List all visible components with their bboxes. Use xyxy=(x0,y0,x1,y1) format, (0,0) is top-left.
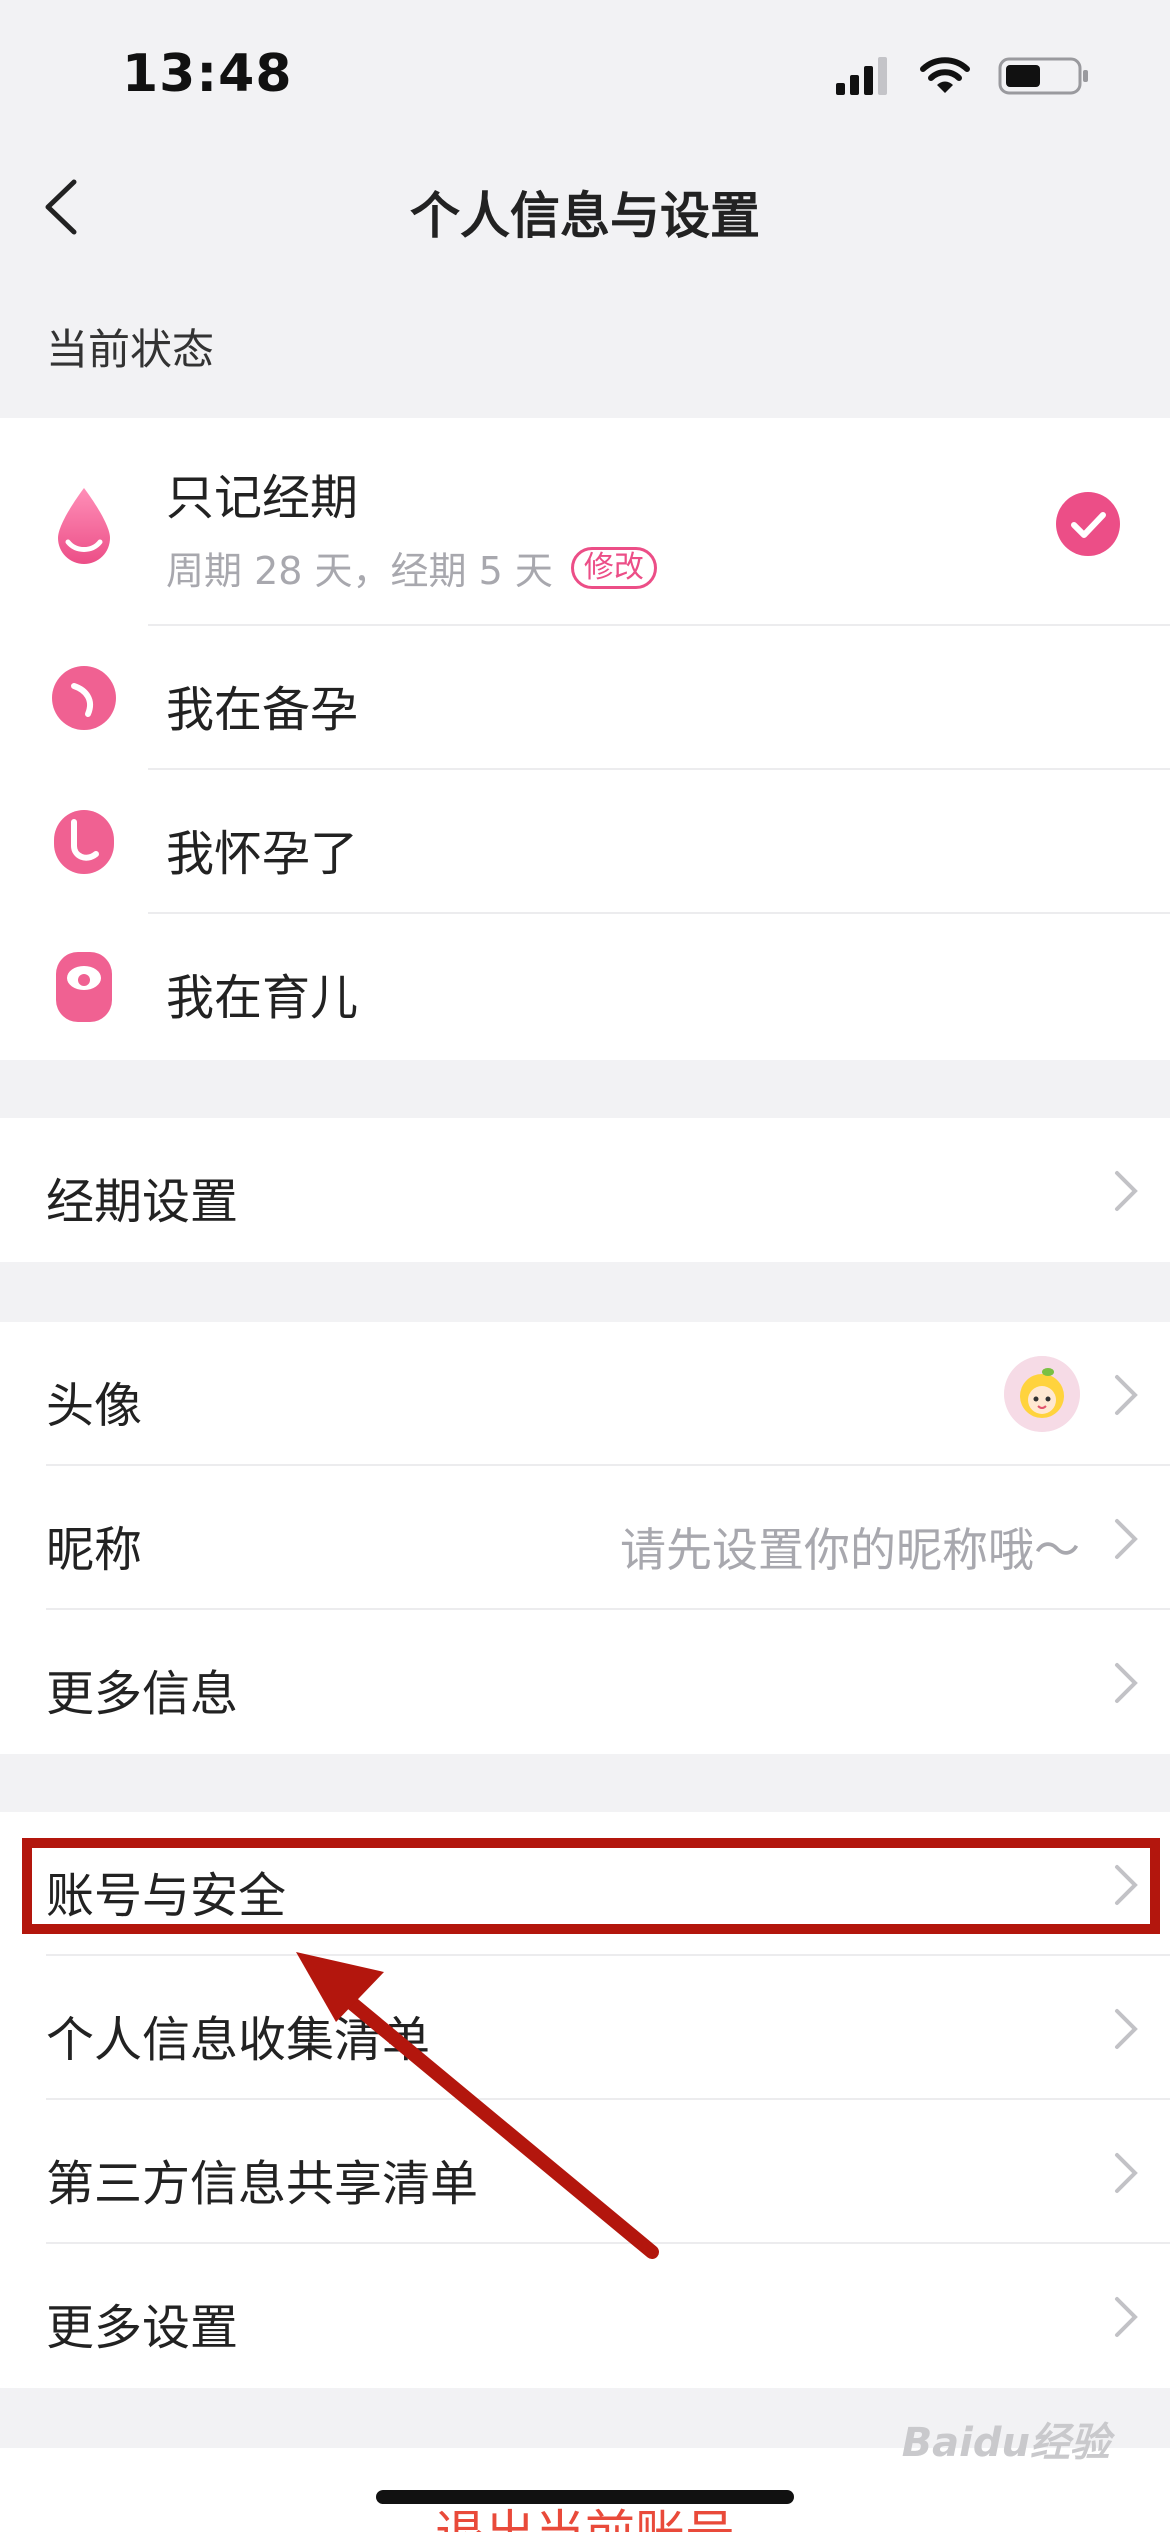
more-info-row[interactable]: 更多信息 xyxy=(0,1610,1170,1754)
status-bar: 13:48 xyxy=(0,0,1170,150)
cycle-summary-text: 周期 28 天，经期 5 天 xyxy=(166,549,553,593)
row-label: 经期设置 xyxy=(46,1174,239,1230)
third-party-sharing-row[interactable]: 第三方信息共享清单 xyxy=(0,2100,1170,2244)
home-indicator xyxy=(376,2490,794,2504)
period-settings-row[interactable]: 经期设置 xyxy=(0,1118,1170,1262)
cycle-summary: 周期 28 天，经期 5 天 修改 xyxy=(166,540,657,595)
watermark-logo: Baidu经验 xyxy=(901,2420,1110,2466)
row-label: 个人信息收集清单 xyxy=(46,2012,431,2068)
modify-button[interactable]: 修改 xyxy=(570,546,657,589)
status-option-parenting[interactable]: 我在育儿 xyxy=(0,914,1170,1058)
row-label: 第三方信息共享清单 xyxy=(46,2156,479,2212)
chevron-right-icon xyxy=(1115,2297,1138,2337)
status-icons xyxy=(834,56,1090,96)
baby-icon xyxy=(56,952,112,1022)
row-label: 更多设置 xyxy=(46,2300,239,2356)
chevron-right-icon xyxy=(1115,2153,1138,2193)
status-options-group: 只记经期 周期 28 天，经期 5 天 修改 我在备孕 我怀孕了 我在育儿 xyxy=(0,418,1170,1060)
personal-info-collection-row[interactable]: 个人信息收集清单 xyxy=(0,1956,1170,2100)
status-time: 13:48 xyxy=(122,44,293,104)
status-option-period-only[interactable]: 只记经期 周期 28 天，经期 5 天 修改 xyxy=(0,418,1170,626)
nickname-value: 请先设置你的昵称哦～ xyxy=(620,1523,1080,1577)
status-option-preparing-pregnancy[interactable]: 我在备孕 xyxy=(0,626,1170,770)
selected-check-icon xyxy=(1056,492,1120,556)
profile-group: 头像 昵称 请先设置你的昵称哦～ 更多信息 xyxy=(0,1322,1170,1754)
status-option-label: 我在备孕 xyxy=(166,682,359,738)
status-option-pregnant[interactable]: 我怀孕了 xyxy=(0,770,1170,914)
drop-icon xyxy=(58,488,110,564)
status-option-label: 我在育儿 xyxy=(166,970,359,1026)
chevron-right-icon xyxy=(1115,2009,1138,2049)
navigation-bar: 个人信息与设置 xyxy=(0,150,1170,270)
cellular-signal-icon xyxy=(836,57,887,95)
battery-icon xyxy=(998,57,1088,95)
pregnant-icon xyxy=(54,810,114,874)
status-option-label: 只记经期 xyxy=(166,470,359,526)
period-settings-group: 经期设置 xyxy=(0,1118,1170,1262)
chevron-right-icon xyxy=(1115,1171,1138,1211)
prep-pregnancy-icon xyxy=(52,666,116,730)
row-label: 更多信息 xyxy=(46,1666,239,1722)
annotation-highlight-box xyxy=(22,1838,1160,1934)
nickname-row[interactable]: 昵称 请先设置你的昵称哦～ xyxy=(0,1466,1170,1610)
row-label: 头像 xyxy=(46,1378,143,1434)
chevron-right-icon xyxy=(1115,1519,1138,1559)
chevron-right-icon xyxy=(1115,1663,1138,1703)
page-title: 个人信息与设置 xyxy=(410,187,760,245)
avatar-row[interactable]: 头像 xyxy=(0,1322,1170,1466)
chevron-right-icon xyxy=(1115,1375,1138,1415)
section-label-current-status: 当前状态 xyxy=(46,325,215,374)
avatar xyxy=(1004,1356,1080,1432)
status-option-label: 我怀孕了 xyxy=(166,826,359,882)
more-settings-row[interactable]: 更多设置 xyxy=(0,2244,1170,2388)
row-label: 昵称 xyxy=(46,1522,143,1578)
wifi-icon xyxy=(920,57,970,93)
